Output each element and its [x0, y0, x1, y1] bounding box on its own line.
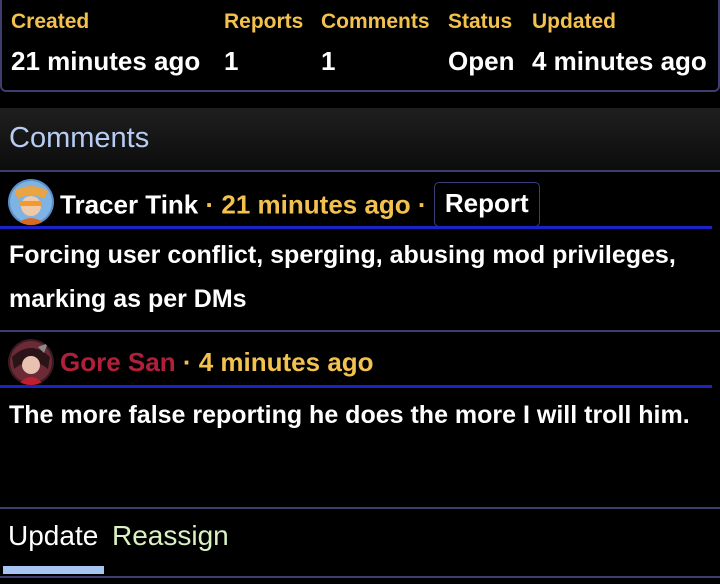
updated-label: Updated — [532, 10, 616, 33]
comment-header: Tracer Tink · 21 minutes ago · Report — [60, 182, 540, 227]
comment-time: 4 minutes ago — [198, 347, 374, 377]
tab-reassign[interactable]: Reassign — [112, 520, 229, 552]
comments-label: Comments — [321, 10, 430, 33]
comment-time: 21 minutes ago — [221, 189, 411, 220]
separator-dot: · — [205, 189, 215, 220]
separator-dot: · — [182, 347, 192, 377]
comment-body: The more false reporting he does the mor… — [9, 401, 690, 429]
status-label: Status — [448, 10, 513, 33]
comment-header: Gore San · 4 minutes ago — [60, 347, 374, 378]
avatar-tracer-icon[interactable] — [8, 179, 54, 225]
created-value: 21 minutes ago — [11, 46, 201, 76]
comments-value: 1 — [321, 46, 336, 76]
status-value: Open — [448, 46, 515, 76]
report-button[interactable]: Report — [433, 182, 540, 227]
reports-value: 1 — [224, 46, 239, 76]
comments-section-header: Comments — [0, 108, 720, 172]
reports-label: Reports — [224, 10, 304, 33]
comment-author[interactable]: Gore San — [60, 347, 176, 377]
updated-value: 4 minutes ago — [532, 46, 707, 76]
comment-divider — [0, 507, 720, 509]
comment-author[interactable]: Tracer Tink — [60, 189, 198, 219]
comments-section-title: Comments — [9, 122, 150, 154]
comment-body: Forcing user conflict, sperging, abusing… — [9, 241, 676, 313]
comment-header-rule — [0, 385, 712, 388]
active-tab-indicator — [3, 566, 104, 574]
created-label: Created — [11, 10, 90, 33]
comment-divider — [0, 330, 720, 332]
separator-dot: · — [417, 189, 427, 220]
avatar-gore-icon[interactable] — [8, 339, 54, 385]
ticket-summary: Created 21 minutes ago Reports 1 Comment… — [0, 0, 720, 92]
comment-header-rule — [0, 226, 712, 229]
bottom-divider — [0, 576, 720, 578]
tab-update[interactable]: Update — [8, 520, 98, 552]
